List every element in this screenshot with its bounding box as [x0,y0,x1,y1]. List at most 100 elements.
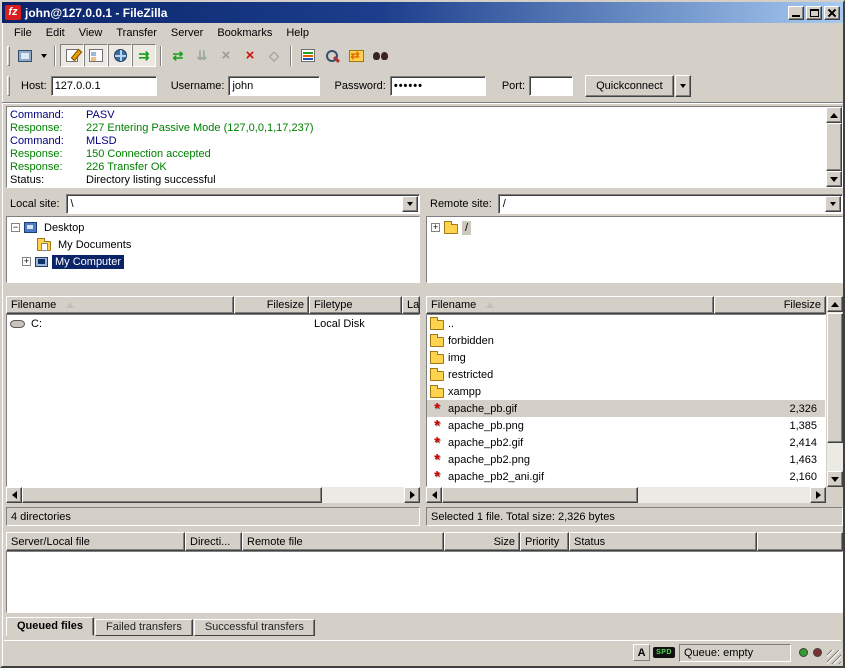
local-tree[interactable]: − Desktop My Documents + My Computer [6,216,420,283]
toggle-transfer-queue-button[interactable]: ⇉ [132,44,156,67]
scroll-right-button[interactable] [810,487,826,503]
column-header-filesize[interactable]: Filesize [234,296,309,314]
queue-list[interactable] [6,551,843,613]
toolbar: ⇉ ⇄ ⇊ × × ◇ [2,42,843,69]
scrollbar-thumb[interactable] [826,123,842,171]
scroll-left-button[interactable] [6,487,22,503]
directory-comparison-button[interactable] [368,44,392,67]
quickconnect-dropdown-button[interactable] [675,75,691,97]
remote-file-list[interactable]: .. forbidden img restricted xampp *apach… [426,314,826,487]
column-header-last-modified[interactable]: Last modified [402,296,420,314]
maximize-button[interactable] [806,6,822,20]
remote-horizontal-scrollbar[interactable] [426,487,826,503]
tree-item-root[interactable]: + / [427,219,842,236]
local-file-list[interactable]: C: Local Disk [6,314,420,487]
remote-site-combobox[interactable]: / [498,194,843,214]
toggle-local-tree-button[interactable] [84,44,108,67]
column-header-filetype[interactable]: Filetype [309,296,402,314]
menu-edit[interactable]: Edit [39,25,72,41]
tab-successful-transfers[interactable]: Successful transfers [194,619,315,636]
column-header-direction[interactable]: Directi... [185,532,242,551]
scroll-up-button[interactable] [826,107,842,123]
file-row[interactable]: *apache_pb2.png1,463 [427,451,825,468]
scrollbar-thumb[interactable] [442,487,638,503]
menu-help[interactable]: Help [279,25,316,41]
toggle-message-log-button[interactable] [60,44,84,67]
process-queue-button[interactable]: ⇊ [190,44,214,67]
arrow-left-icon [12,491,17,499]
column-header-priority[interactable]: Priority [520,532,569,551]
file-row[interactable]: restricted [427,366,825,383]
file-row[interactable]: *apache_pb2.gif2,414 [427,434,825,451]
file-row-selected[interactable]: *apache_pb.gif2,326 [427,400,825,417]
menu-server[interactable]: Server [164,25,210,41]
column-header-remote-file[interactable]: Remote file [242,532,444,551]
scrollbar-thumb[interactable] [22,487,322,503]
file-row-c-drive[interactable]: C: Local Disk [7,315,419,332]
synchronized-browsing-button[interactable] [344,44,368,67]
scroll-right-button[interactable] [404,487,420,503]
expand-icon[interactable]: + [431,223,440,232]
close-button[interactable] [824,6,840,20]
site-manager-dropdown-button[interactable] [37,44,50,67]
menu-file[interactable]: File [7,25,39,41]
speed-limit-icon[interactable]: SPD [653,647,675,658]
data-type-indicator-icon[interactable]: A [633,644,650,661]
title-bar[interactable]: fz john@127.0.0.1 - FileZilla [2,2,843,23]
menu-transfer[interactable]: Transfer [109,25,164,41]
column-header-filename[interactable]: Filename [6,296,234,314]
file-row[interactable]: xampp [427,383,825,400]
column-header-server-local-file[interactable]: Server/Local file [6,532,185,551]
tree-item-my-computer[interactable]: + My Computer [7,253,419,270]
refresh-button[interactable]: ⇄ [166,44,190,67]
username-input[interactable] [228,76,320,96]
reconnect-button[interactable]: ◇ [262,44,286,67]
scroll-left-button[interactable] [426,487,442,503]
scroll-up-button[interactable] [827,296,843,312]
log-scrollbar[interactable] [826,107,842,187]
local-horizontal-scrollbar[interactable] [6,487,420,503]
quickconnect-button[interactable]: Quickconnect [585,75,674,97]
column-header-status[interactable]: Status [569,532,757,551]
resize-grip[interactable] [827,650,841,664]
column-header-size[interactable]: Size [444,532,520,551]
sync-browsing-icon [349,50,364,62]
port-input[interactable] [529,76,573,96]
column-header-filesize[interactable]: Filesize [714,296,826,314]
file-row[interactable]: forbidden [427,332,825,349]
file-search-button[interactable] [320,44,344,67]
column-header-filename[interactable]: Filename [426,296,714,314]
collapse-icon[interactable]: − [11,223,20,232]
message-log-body[interactable]: Command:PASV Response:227 Entering Passi… [8,108,825,186]
tree-item-my-documents[interactable]: My Documents [7,236,419,253]
quickconnect-grip[interactable] [7,76,10,96]
file-row[interactable]: *apache_pb.png1,385 [427,417,825,434]
toolbar-grip[interactable] [7,46,10,66]
menu-view[interactable]: View [72,25,110,41]
tree-item-desktop[interactable]: − Desktop [7,219,419,236]
password-input[interactable] [390,76,486,96]
toggle-remote-tree-button[interactable] [108,44,132,67]
scrollbar-thumb[interactable] [827,313,843,443]
file-row[interactable]: *apache_pb2_ani.gif2,160 [427,468,825,485]
local-site-dropdown-button[interactable] [402,196,418,212]
directory-listing-filters-button[interactable] [296,44,320,67]
expand-icon[interactable]: + [22,257,31,266]
arrow-right-icon [410,491,415,499]
disconnect-button[interactable]: × [238,44,262,67]
site-manager-button[interactable] [13,44,37,67]
remote-tree[interactable]: + / [426,216,843,283]
remote-vertical-scrollbar[interactable] [827,296,843,487]
tab-queued-files[interactable]: Queued files [6,617,94,636]
file-row[interactable]: .. [427,315,825,332]
remote-site-dropdown-button[interactable] [825,196,841,212]
file-row[interactable]: img [427,349,825,366]
minimize-button[interactable] [788,6,804,20]
scroll-down-button[interactable] [826,171,842,187]
cancel-operation-button[interactable]: × [214,44,238,67]
tab-failed-transfers[interactable]: Failed transfers [95,619,193,636]
local-site-combobox[interactable]: \ [66,194,420,214]
host-input[interactable] [51,76,157,96]
scroll-down-button[interactable] [827,471,843,487]
menu-bookmarks[interactable]: Bookmarks [210,25,279,41]
